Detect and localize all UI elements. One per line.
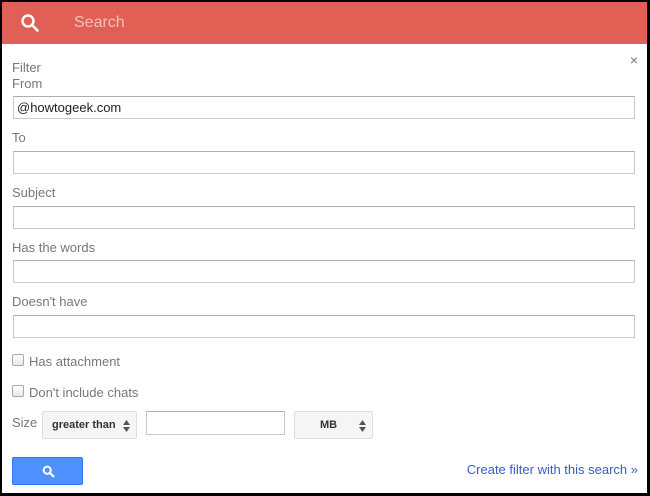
subject-label: Subject [12,185,56,200]
has-attachment-checkbox[interactable] [12,354,24,366]
no-chats-checkbox[interactable] [12,385,24,397]
from-label: From [12,76,43,91]
has-words-label: Has the words [12,240,96,255]
size-comparator-select[interactable]: greater than [42,411,137,439]
search-button[interactable] [12,457,83,485]
select-arrows-icon [359,420,366,432]
has-words-input[interactable] [13,260,635,283]
from-input[interactable] [13,96,635,119]
search-icon[interactable] [20,13,40,33]
size-label: Size [12,415,38,430]
has-attachment-label: Has attachment [29,354,121,369]
to-label: To [12,130,26,145]
create-filter-link[interactable]: Create filter with this search » [467,462,638,477]
filter-title: Filter [12,60,41,75]
doesnt-have-label: Doesn't have [12,294,88,309]
filter-panel: Search × Filter From To Subject Has the … [2,2,647,493]
size-unit-value: MB [320,419,338,431]
to-input[interactable] [13,151,635,174]
no-chats-label: Don't include chats [29,385,139,400]
doesnt-have-input[interactable] [13,315,635,338]
search-header: Search [2,2,647,44]
close-icon[interactable]: × [630,52,638,68]
size-value-input[interactable] [146,411,285,435]
search-icon [42,465,55,478]
size-unit-select[interactable]: MB [294,411,373,439]
search-input[interactable]: Search [74,14,125,32]
size-comparator-value: greater than [52,419,116,431]
subject-input[interactable] [13,206,635,229]
select-arrows-icon [123,420,130,432]
